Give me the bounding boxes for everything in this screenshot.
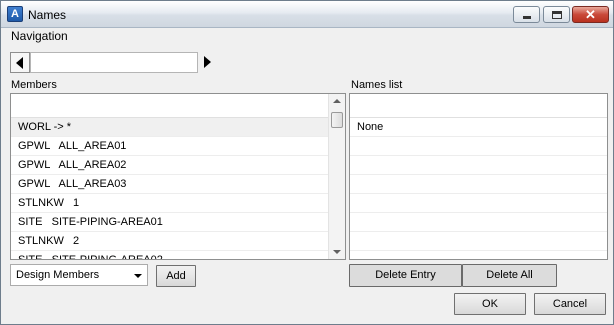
list-item[interactable]: GPWL ALL_AREA02 — [11, 156, 345, 175]
list-item[interactable] — [350, 232, 607, 251]
list-item[interactable] — [350, 175, 607, 194]
maximize-button[interactable] — [543, 6, 570, 23]
app-logo-icon: A — [7, 6, 23, 22]
window-title: Names — [28, 8, 67, 22]
delete-all-button[interactable]: Delete All — [462, 264, 557, 287]
list-item[interactable]: STLNKW 2 — [11, 232, 345, 251]
list-item[interactable]: GPWL ALL_AREA01 — [11, 137, 345, 156]
close-icon: ✕ — [585, 7, 596, 22]
member-type-dropdown[interactable]: Design Members — [10, 264, 148, 286]
list-item[interactable]: STLNKW 1 — [11, 194, 345, 213]
list-item[interactable]: WORL -> * — [11, 118, 345, 137]
list-item[interactable] — [350, 213, 607, 232]
scroll-thumb[interactable] — [331, 112, 343, 128]
menu-navigation[interactable]: Navigation — [11, 29, 68, 43]
ok-button[interactable]: OK — [454, 293, 526, 315]
names-list[interactable]: None — [349, 93, 608, 260]
dropdown-value: Design Members — [16, 269, 100, 281]
list-item[interactable]: GPWL ALL_AREA03 — [11, 175, 345, 194]
list-item[interactable]: SITE SITE-PIPING-AREA01 — [11, 213, 345, 232]
menu-bar: Navigation — [1, 28, 613, 46]
delete-entry-button[interactable]: Delete Entry — [349, 264, 462, 287]
add-button[interactable]: Add — [156, 265, 196, 287]
list-item[interactable] — [350, 194, 607, 213]
title-bar[interactable]: A Names ✕ — [1, 1, 613, 28]
maximize-icon — [552, 11, 562, 19]
list-item[interactable] — [350, 156, 607, 175]
list-item[interactable] — [350, 137, 607, 156]
minimize-button[interactable] — [513, 6, 540, 23]
list-item[interactable]: None — [350, 118, 607, 137]
scroll-down-arrow-icon[interactable] — [333, 250, 341, 254]
minimize-icon — [523, 16, 531, 19]
navigate-back-button[interactable] — [10, 52, 30, 73]
names-list-header — [350, 94, 607, 118]
triangle-left-icon — [16, 57, 23, 69]
navigation-field[interactable] — [30, 52, 198, 73]
names-list-label: Names list — [351, 79, 403, 91]
navigate-forward-button[interactable] — [202, 56, 212, 68]
members-list-header — [11, 94, 345, 118]
cancel-button[interactable]: Cancel — [534, 293, 606, 315]
names-dialog: A Names ✕ Navigation Members Names list … — [0, 0, 614, 325]
members-list[interactable]: WORL -> * GPWL ALL_AREA01 GPWL ALL_AREA0… — [10, 93, 346, 260]
chevron-down-icon — [134, 274, 142, 278]
close-button[interactable]: ✕ — [572, 6, 609, 23]
triangle-right-icon — [204, 56, 211, 68]
members-label: Members — [11, 79, 57, 91]
list-item[interactable]: SITE SITE-PIPING-AREA02 — [11, 251, 345, 259]
list-item[interactable] — [350, 251, 607, 259]
scroll-up-arrow-icon[interactable] — [333, 99, 341, 103]
members-scrollbar[interactable] — [328, 94, 345, 259]
